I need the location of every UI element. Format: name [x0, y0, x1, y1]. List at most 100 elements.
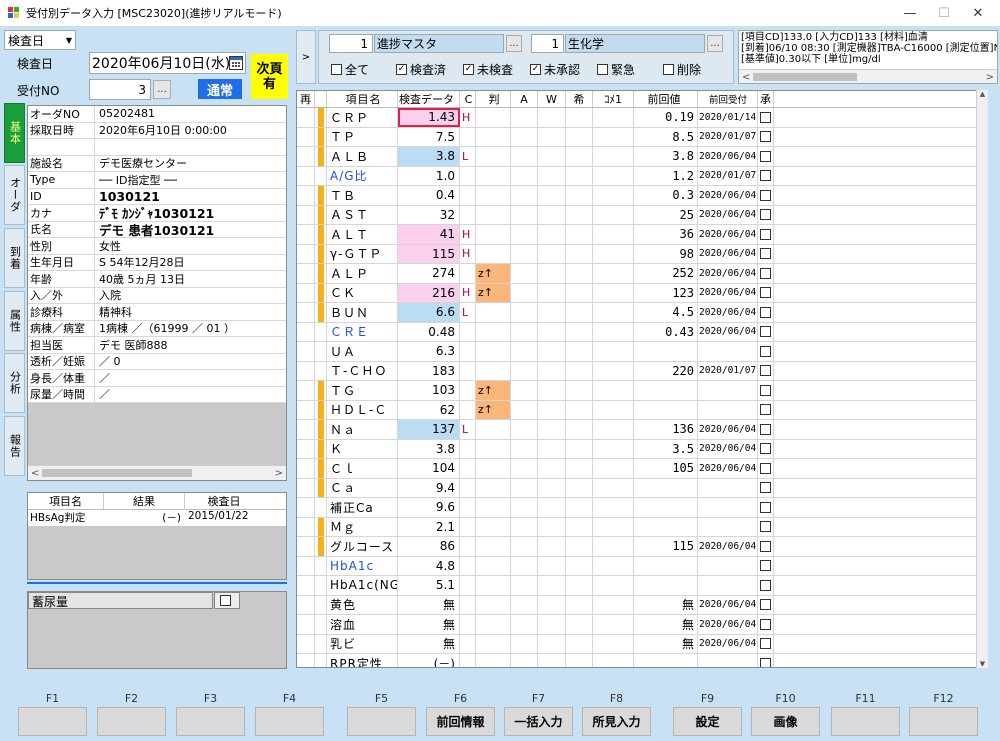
approve-checkbox[interactable]	[758, 225, 774, 244]
reexam-cell[interactable]	[297, 634, 315, 653]
result-value[interactable]: 32	[398, 205, 460, 224]
grid-row[interactable]: ＢＵＮ 6.6 L 4.5 2020/06/04[	[297, 303, 987, 323]
approve-checkbox[interactable]	[758, 654, 774, 667]
grid-header-3[interactable]: C	[460, 91, 476, 107]
grid-row[interactable]: ＣＲＰ 1.43 H 0.19 2020/01/14[	[297, 108, 987, 128]
tab-5[interactable]: 報告	[4, 416, 25, 476]
reexam-cell[interactable]	[297, 576, 315, 595]
grid-row[interactable]: ＡＬＴ 41 H 36 2020/06/04[	[297, 225, 987, 245]
grid-header-10[interactable]: 前回受付	[698, 91, 758, 107]
grid-header-6[interactable]: W	[538, 91, 566, 107]
calendar-icon[interactable]	[229, 56, 243, 70]
grid-header-11[interactable]: 承	[758, 91, 774, 107]
result-value[interactable]: 3.8	[398, 439, 460, 458]
fkey-12[interactable]: F12	[909, 693, 978, 736]
approve-checkbox[interactable]	[758, 342, 774, 361]
approve-checkbox[interactable]	[758, 283, 774, 302]
fkey-button[interactable]: 前回情報	[426, 707, 495, 736]
fkey-button[interactable]: 所見入力	[582, 707, 651, 736]
result-value[interactable]: 41	[398, 225, 460, 244]
master-lookup-button[interactable]: ...	[506, 35, 522, 52]
reexam-cell[interactable]	[297, 342, 315, 361]
reexam-cell[interactable]	[297, 283, 315, 302]
result-value[interactable]: 137	[398, 420, 460, 439]
reexam-cell[interactable]	[297, 303, 315, 322]
grid-header-2[interactable]: 検査データ	[398, 91, 460, 107]
reexam-cell[interactable]	[297, 225, 315, 244]
fkey-7[interactable]: F7 一括入力	[504, 693, 573, 736]
grid-row[interactable]: グルコース 86 115 2020/06/04[	[297, 537, 987, 557]
grid-vertical-scrollbar[interactable]: ▲ ▼	[976, 90, 988, 668]
fkey-8[interactable]: F8 所見入力	[582, 693, 651, 736]
grid-header-4[interactable]: 判	[476, 91, 511, 107]
fkey-5[interactable]: F5	[347, 693, 416, 736]
result-value[interactable]: (－)	[398, 654, 460, 667]
approve-checkbox[interactable]	[758, 244, 774, 263]
approve-checkbox[interactable]	[758, 147, 774, 166]
result-value[interactable]: 6.6	[398, 303, 460, 322]
grid-row[interactable]: ＡＬＢ 3.8 L 3.8 2020/06/04[	[297, 147, 987, 167]
reexam-cell[interactable]	[297, 147, 315, 166]
grid-row[interactable]: 補正Ca 9.6	[297, 498, 987, 518]
fkey-button[interactable]	[97, 707, 166, 736]
tab-2[interactable]: 到着	[4, 228, 25, 288]
approve-checkbox[interactable]	[758, 264, 774, 283]
patient-scrollbar[interactable]: < >	[28, 465, 286, 480]
fkey-button[interactable]: 一括入力	[504, 707, 573, 736]
approve-checkbox[interactable]	[758, 498, 774, 517]
grid-row[interactable]: ＴＰ 7.5 8.5 2020/01/07[	[297, 127, 987, 147]
reexam-cell[interactable]	[297, 654, 315, 667]
result-value[interactable]: 9.6	[398, 498, 460, 517]
fkey-6[interactable]: F6 前回情報	[426, 693, 495, 736]
fkey-button[interactable]: 設定	[673, 707, 742, 736]
grid-row[interactable]: ＡＬＰ 274 z↑ 252 2020/06/04[	[297, 264, 987, 284]
result-value[interactable]: 0.4	[398, 186, 460, 205]
approve-checkbox[interactable]	[758, 634, 774, 653]
grid-row[interactable]: ＵＡ 6.3	[297, 342, 987, 362]
reexam-cell[interactable]	[297, 517, 315, 536]
grid-row[interactable]: HbA1c(NGSP5.1	[297, 576, 987, 596]
result-value[interactable]: 274	[398, 264, 460, 283]
grid-row[interactable]: Ｃｌ 104 105 2020/06/04[	[297, 459, 987, 479]
recv-no-input[interactable]: 3	[89, 79, 151, 100]
approve-checkbox[interactable]	[758, 576, 774, 595]
grid-row[interactable]: 溶血無無 2020/06/04[	[297, 615, 987, 635]
result-value[interactable]: 86	[398, 537, 460, 556]
grid-row[interactable]: Ｔ-ＣＨＯ 183 220 2020/01/07[	[297, 361, 987, 381]
grid-row[interactable]: ＴＢ 0.4 0.3 2020/06/04[	[297, 186, 987, 206]
reexam-cell[interactable]	[297, 556, 315, 575]
grid-row[interactable]: ＴＧ 103 z↑	[297, 381, 987, 401]
grid-row[interactable]: Ｎａ 137 L 136 2020/06/04[	[297, 420, 987, 440]
approve-checkbox[interactable]	[758, 459, 774, 478]
result-value[interactable]: 無	[398, 595, 460, 614]
reexam-cell[interactable]	[297, 361, 315, 380]
reexam-cell[interactable]	[297, 244, 315, 263]
grid-row[interactable]: ＣＫ 216 Hz↑ 123 2020/06/04[	[297, 283, 987, 303]
approve-checkbox[interactable]	[758, 615, 774, 634]
result-value[interactable]: 無	[398, 634, 460, 653]
result-value[interactable]: 無	[398, 615, 460, 634]
tab-4[interactable]: 分析	[4, 353, 25, 413]
approve-checkbox[interactable]	[758, 537, 774, 556]
result-value[interactable]: 7.5	[398, 127, 460, 146]
grid-row[interactable]: 黄色無無 2020/06/04[	[297, 595, 987, 615]
recv-no-lookup-button[interactable]: ...	[153, 80, 171, 99]
close-button[interactable]: ✕	[956, 0, 1000, 26]
grid-header-0[interactable]: 再	[297, 91, 315, 107]
reexam-cell[interactable]	[297, 400, 315, 419]
reexam-cell[interactable]	[297, 615, 315, 634]
grid-row[interactable]: ＨＤＬ-Ｃ 62 z↑	[297, 400, 987, 420]
fkey-button[interactable]	[255, 707, 324, 736]
fkey-10[interactable]: F10 画像	[751, 693, 820, 736]
reexam-cell[interactable]	[297, 205, 315, 224]
result-value[interactable]: 9.4	[398, 478, 460, 497]
fkey-button[interactable]	[831, 707, 900, 736]
approve-checkbox[interactable]	[758, 517, 774, 536]
filter-0-checkbox[interactable]: 全て	[331, 61, 369, 78]
result-value[interactable]: 6.3	[398, 342, 460, 361]
approve-checkbox[interactable]	[758, 420, 774, 439]
approve-checkbox[interactable]	[758, 205, 774, 224]
grid-row[interactable]: ＡＳＴ 32 25 2020/06/04[	[297, 205, 987, 225]
collapse-panel-button[interactable]: >	[296, 30, 316, 84]
fkey-9[interactable]: F9 設定	[673, 693, 742, 736]
